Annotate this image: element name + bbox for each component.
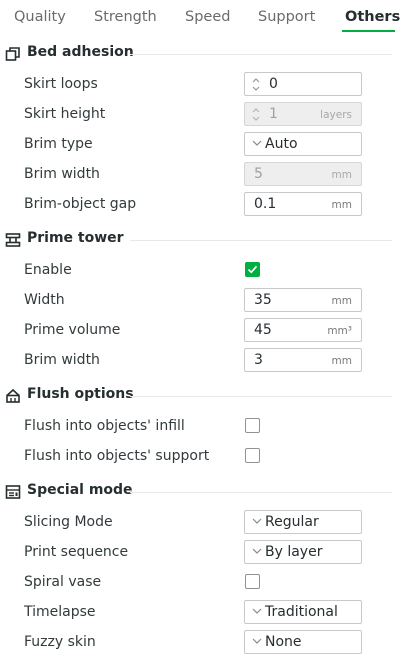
setting-brim-width: Brim width 5 mm xyxy=(0,160,400,190)
setting-label: Brim width xyxy=(24,352,100,368)
chevron-down-icon xyxy=(252,548,262,554)
divider xyxy=(130,492,392,493)
chevron-down-icon xyxy=(252,608,262,614)
field-value: By layer xyxy=(265,544,323,560)
checkmark-icon xyxy=(247,265,258,274)
setting-timelapse: Timelapse Traditional xyxy=(0,598,400,628)
field-value: 0 xyxy=(269,76,278,92)
setting-label: Print sequence xyxy=(24,544,129,560)
setting-label: Fuzzy skin xyxy=(24,634,96,650)
setting-skirt-loops: Skirt loops 0 xyxy=(0,70,400,100)
field-value: 5 xyxy=(254,166,263,182)
field-value: Regular xyxy=(265,514,319,530)
spiral-vase-checkbox[interactable] xyxy=(245,574,260,589)
tab-quality[interactable]: Quality xyxy=(14,9,66,25)
section-bed-adhesion: Bed adhesion xyxy=(0,38,400,68)
setting-label: Slicing Mode xyxy=(24,514,113,530)
setting-label: Prime volume xyxy=(24,322,121,338)
setting-label: Brim type xyxy=(24,136,93,152)
setting-label: Spiral vase xyxy=(24,574,102,590)
brim-width-input[interactable]: 5 mm xyxy=(244,162,362,186)
field-value: 3 xyxy=(254,352,263,368)
special-mode-icon xyxy=(5,485,21,499)
setting-slicing-mode: Slicing Mode Regular xyxy=(0,508,400,538)
section-title: Prime tower xyxy=(27,230,124,246)
setting-label: Brim width xyxy=(24,166,100,182)
section-flush-options: Flush options xyxy=(0,380,400,410)
section-prime-tower: Prime tower xyxy=(0,224,400,254)
field-value: 35 xyxy=(254,292,272,308)
flush-into-infill-checkbox[interactable] xyxy=(245,418,260,433)
chevron-down-icon xyxy=(252,140,262,146)
section-title: Special mode xyxy=(27,482,133,498)
flush-into-support-checkbox[interactable] xyxy=(245,448,260,463)
section-title: Bed adhesion xyxy=(27,44,134,60)
unit-label: mm³ xyxy=(327,325,352,337)
print-sequence-dropdown[interactable]: By layer xyxy=(244,540,362,564)
prime-volume-input[interactable]: 45 mm³ xyxy=(244,318,362,342)
slicing-mode-dropdown[interactable]: Regular xyxy=(244,510,362,534)
divider xyxy=(130,396,392,397)
setting-spiral-vase: Spiral vase xyxy=(0,568,400,598)
setting-flush-into-infill: Flush into objects' infill xyxy=(0,412,400,442)
section-special-mode: Special mode xyxy=(0,476,400,506)
setting-label: Width xyxy=(24,292,65,308)
tab-strength[interactable]: Strength xyxy=(94,9,157,25)
setting-prime-volume: Prime volume 45 mm³ xyxy=(0,316,400,346)
field-value: None xyxy=(265,634,302,650)
setting-label: Flush into objects' infill xyxy=(24,418,185,434)
setting-brim-object-gap: Brim-object gap 0.1 mm xyxy=(0,190,400,220)
setting-skirt-height: Skirt height 1 layers xyxy=(0,100,400,130)
timelapse-dropdown[interactable]: Traditional xyxy=(244,600,362,624)
prime-tower-icon xyxy=(5,233,21,247)
setting-fuzzy-skin: Fuzzy skin None xyxy=(0,628,400,658)
active-tab-indicator xyxy=(342,30,395,32)
setting-label: Enable xyxy=(24,262,72,278)
spin-arrows-icon xyxy=(252,108,260,121)
setting-label: Skirt height xyxy=(24,106,106,122)
settings-tab-bar: Quality Strength Speed Support Others xyxy=(0,0,400,36)
chevron-down-icon xyxy=(252,518,262,524)
fuzzy-skin-dropdown[interactable]: None xyxy=(244,630,362,654)
unit-label: mm xyxy=(331,295,352,307)
skirt-loops-input[interactable]: 0 xyxy=(244,72,362,96)
field-value: 0.1 xyxy=(254,196,277,212)
setting-brim-type: Brim type Auto xyxy=(0,130,400,160)
chevron-down-icon xyxy=(252,638,262,644)
prime-tower-enable-checkbox[interactable] xyxy=(245,262,260,277)
flush-options-icon xyxy=(6,388,20,403)
tab-others[interactable]: Others xyxy=(345,9,400,25)
prime-tower-width-input[interactable]: 35 mm xyxy=(244,288,362,312)
divider xyxy=(130,240,392,241)
setting-prime-tower-brim-width: Brim width 3 mm xyxy=(0,346,400,376)
skirt-height-input[interactable]: 1 layers xyxy=(244,102,362,126)
setting-prime-tower-width: Width 35 mm xyxy=(0,286,400,316)
field-value: 1 xyxy=(269,106,278,122)
brim-type-dropdown[interactable]: Auto xyxy=(244,132,362,156)
spin-arrows-icon[interactable] xyxy=(250,74,262,94)
bed-adhesion-icon xyxy=(5,47,20,61)
section-title: Flush options xyxy=(27,386,134,402)
field-value: 45 xyxy=(254,322,272,338)
setting-print-sequence: Print sequence By layer xyxy=(0,538,400,568)
setting-prime-tower-enable: Enable xyxy=(0,256,400,286)
tab-speed[interactable]: Speed xyxy=(185,9,230,25)
setting-label: Timelapse xyxy=(24,604,96,620)
setting-label: Brim-object gap xyxy=(24,196,137,212)
divider xyxy=(130,54,392,55)
field-value: Auto xyxy=(265,136,298,152)
unit-label: layers xyxy=(320,109,352,121)
tab-support[interactable]: Support xyxy=(258,9,315,25)
unit-label: mm xyxy=(331,169,352,181)
setting-flush-into-support: Flush into objects' support xyxy=(0,442,400,472)
field-value: Traditional xyxy=(265,604,338,620)
unit-label: mm xyxy=(331,355,352,367)
brim-object-gap-input[interactable]: 0.1 mm xyxy=(244,192,362,216)
unit-label: mm xyxy=(331,199,352,211)
setting-label: Flush into objects' support xyxy=(24,448,210,464)
setting-label: Skirt loops xyxy=(24,76,98,92)
prime-tower-brim-width-input[interactable]: 3 mm xyxy=(244,348,362,372)
